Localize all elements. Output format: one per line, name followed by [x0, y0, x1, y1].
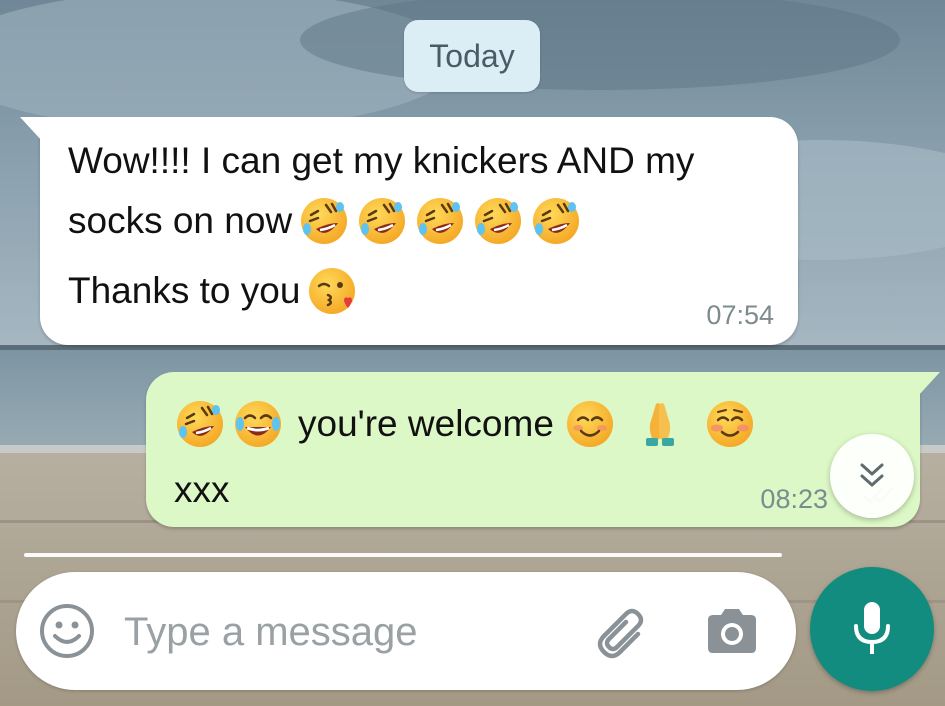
- date-separator: Today: [404, 20, 540, 92]
- message-time: 07:54: [706, 300, 774, 330]
- folded-hands-emoji-icon: [634, 398, 686, 450]
- kiss-emoji-icon: [306, 265, 358, 317]
- message-line: Wow!!!! I can get my knickers AND my: [68, 139, 694, 183]
- outgoing-message[interactable]: you're welcome xxx 08:23: [146, 372, 940, 527]
- message-line: xxx: [174, 468, 230, 512]
- message-line: socks on now: [68, 195, 582, 247]
- message-text: Thanks to you: [68, 270, 301, 311]
- date-label: Today: [429, 37, 515, 74]
- message-line: Thanks to you: [68, 265, 358, 317]
- smiling-eyes-emoji-icon: [564, 398, 616, 450]
- rofl-emoji-icon: [298, 195, 350, 247]
- tears-of-joy-emoji-icon: [232, 398, 284, 450]
- incoming-message[interactable]: Wow!!!! I can get my knickers AND my soc…: [20, 117, 798, 345]
- camera-icon[interactable]: [704, 606, 760, 656]
- rofl-emoji-icon: [174, 398, 226, 450]
- message-text: you're welcome: [298, 403, 554, 444]
- bubble-tail: [20, 117, 42, 141]
- rofl-emoji-icon: [472, 195, 524, 247]
- message-text: socks on now: [68, 200, 293, 241]
- scroll-to-bottom-button[interactable]: [830, 434, 914, 518]
- smiling-face-emoji-icon: [704, 398, 756, 450]
- message-line: you're welcome: [174, 398, 756, 450]
- paperclip-icon[interactable]: [592, 604, 652, 664]
- message-text: Wow!!!! I can get my knickers AND my: [68, 140, 695, 181]
- message-time: 08:23: [760, 484, 828, 514]
- rofl-emoji-icon: [530, 195, 582, 247]
- microphone-icon: [854, 602, 890, 654]
- bubble-tail: [918, 372, 940, 396]
- message-divider: [24, 553, 782, 557]
- mic-button[interactable]: [810, 567, 934, 691]
- double-chevron-down-icon: [860, 463, 884, 487]
- message-text: xxx: [174, 469, 230, 510]
- message-composer: [16, 572, 796, 690]
- message-input[interactable]: [122, 600, 566, 664]
- rofl-emoji-icon: [414, 195, 466, 247]
- smiley-icon[interactable]: [38, 602, 96, 660]
- rofl-emoji-icon: [356, 195, 408, 247]
